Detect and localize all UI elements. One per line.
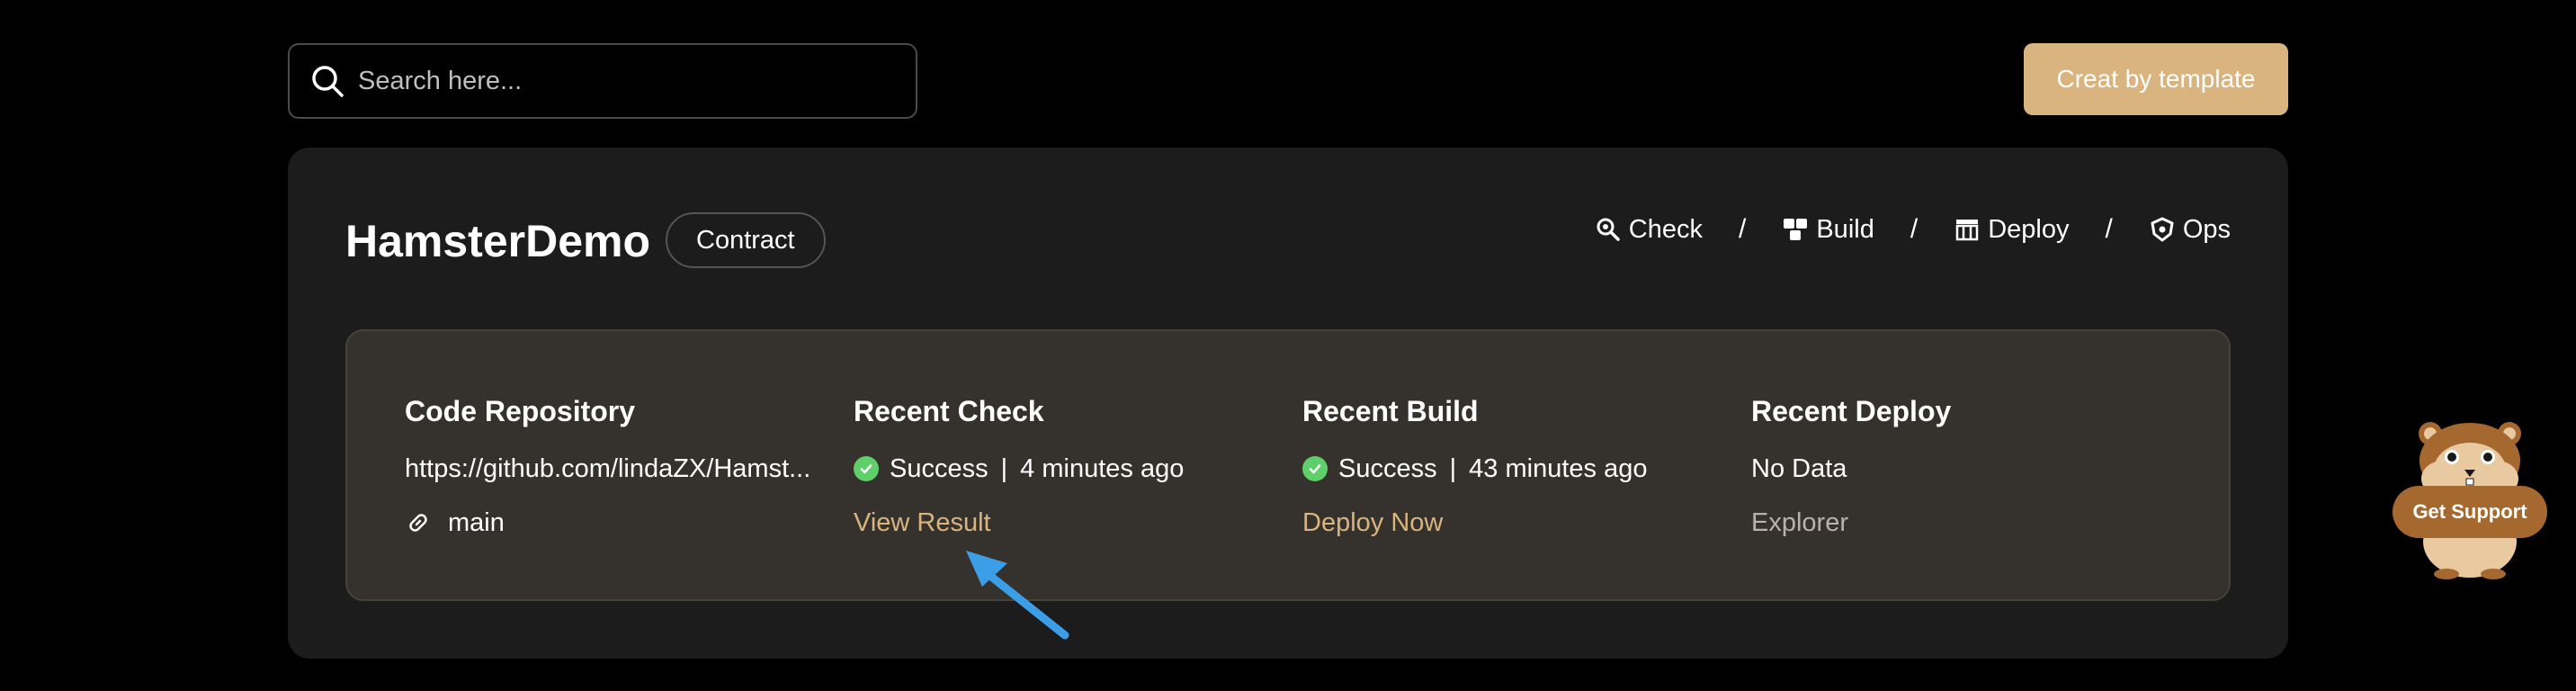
explorer-link[interactable]: Explorer [1751, 508, 1848, 538]
get-support-widget[interactable]: Get Support [2384, 414, 2554, 585]
recent-build-title: Recent Build [1302, 395, 1479, 427]
get-support-label: Get Support [2393, 486, 2547, 538]
deploy-status: No Data [1751, 453, 1847, 483]
deploy-now-link[interactable]: Deploy Now [1302, 508, 1443, 538]
recent-check-title: Recent Check [854, 395, 1044, 427]
success-check-icon [854, 456, 879, 481]
pipeline-build-label: Build [1816, 214, 1874, 244]
shield-icon [2151, 217, 2174, 242]
recent-deploy-section: Recent Deploy No Data Explorer [1751, 394, 2165, 540]
success-check-icon [1302, 456, 1328, 481]
project-title: HamsterDemo [345, 216, 651, 266]
check-time: 4 minutes ago [1020, 453, 1185, 483]
project-summary-card: Code Repository https://github.com/linda… [345, 329, 2231, 601]
search-input[interactable] [358, 66, 896, 96]
recent-check-section: Recent Check Success | 4 minutes ago Vie… [854, 394, 1267, 540]
project-panel: HamsterDemo Contract Check / Build / Dep… [288, 148, 2288, 659]
pipeline-ops[interactable]: Ops [2149, 215, 2231, 245]
link-icon [409, 514, 427, 532]
pipeline-check-label: Check [1628, 214, 1703, 244]
project-type-tag: Contract [666, 212, 826, 268]
page: Creat by template HamsterDemo Contract C… [0, 0, 2576, 691]
code-repository-title: Code Repository [405, 395, 636, 427]
create-by-template-button[interactable]: Creat by template [2024, 43, 2288, 115]
repository-branch: main [405, 506, 818, 540]
recent-build-section: Recent Build Success | 43 minutes ago De… [1302, 394, 1716, 540]
code-repository-section: Code Repository https://github.com/linda… [405, 394, 818, 540]
recent-deploy-title: Recent Deploy [1751, 395, 1952, 427]
pipeline-nav: Check / Build / Deploy / Ops [1595, 207, 2231, 252]
cubes-icon [1784, 219, 1808, 240]
pipeline-separator: / [1739, 214, 1747, 244]
search-icon [312, 66, 344, 97]
view-result-link[interactable]: View Result [854, 508, 991, 538]
branch-name: main [448, 507, 505, 537]
repository-url[interactable]: https://github.com/lindaZX/Hamst... [405, 454, 810, 484]
build-time: 43 minutes ago [1469, 453, 1648, 483]
pointer-arrow-icon [966, 551, 1069, 640]
build-status: Success [1338, 453, 1437, 483]
status-divider: | [1449, 453, 1457, 483]
magnifier-icon [1597, 218, 1620, 241]
pipeline-separator: / [2105, 214, 2113, 244]
pipeline-ops-label: Ops [2182, 214, 2231, 244]
pipeline-deploy-label: Deploy [1988, 214, 2070, 244]
deploy-icon [1955, 220, 1979, 241]
search-box[interactable] [288, 43, 917, 119]
pipeline-build[interactable]: Build [1782, 215, 1874, 245]
pipeline-check[interactable]: Check [1595, 215, 1703, 245]
check-status: Success [890, 453, 988, 483]
status-divider: | [1000, 453, 1008, 483]
pipeline-separator: / [1910, 214, 1919, 244]
pipeline-deploy[interactable]: Deploy [1954, 215, 2069, 245]
